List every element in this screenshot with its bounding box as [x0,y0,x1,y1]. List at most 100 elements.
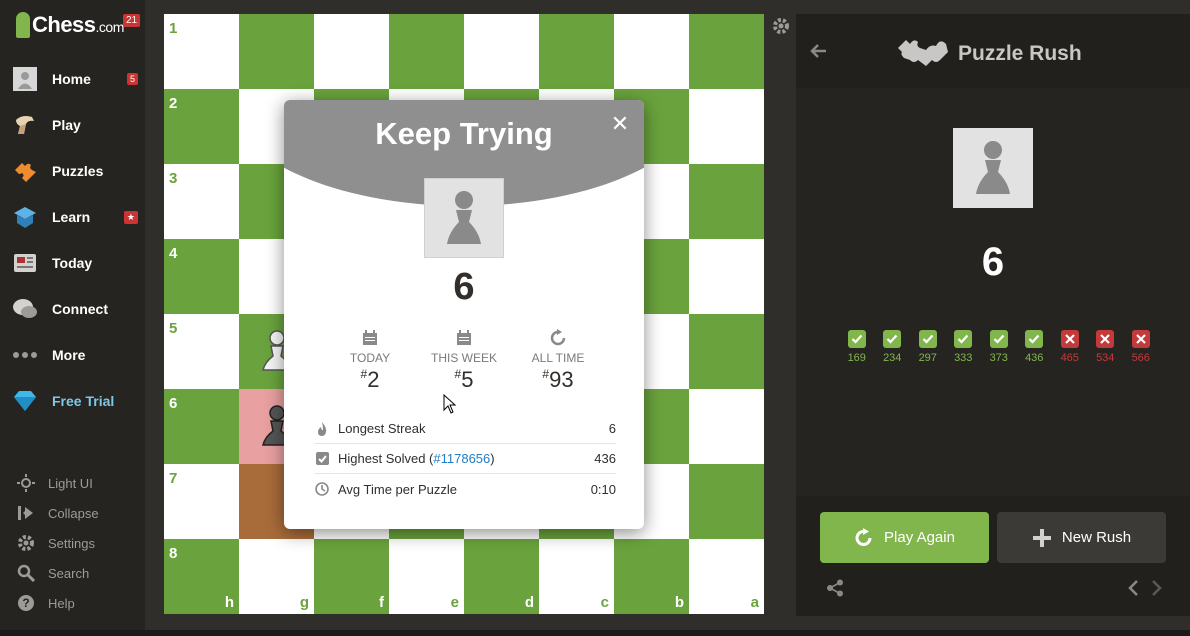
logo-suffix: .com [95,19,125,35]
avatar [953,128,1033,208]
stat-value: 0:10 [590,481,616,497]
puzzle-result[interactable]: 297 [910,330,946,364]
x-icon [1060,330,1079,348]
puzzle-rating: 436 [1025,352,1044,364]
back-arrow-icon[interactable] [810,42,828,60]
chevron-right-icon[interactable] [1150,579,1164,597]
nav-item-free-trial[interactable]: Free Trial [0,378,145,424]
play-again-button[interactable]: Play Again [820,512,989,563]
avatar-icon [12,66,38,92]
board-settings-gear-icon[interactable] [772,17,790,35]
rank-coordinate: 4 [169,245,178,262]
stat-label: Longest Streak [338,421,426,436]
search-link[interactable]: Search [0,558,145,588]
settings-link[interactable]: Settings [0,528,145,558]
nav-label: Home [52,71,91,87]
puzzle-result[interactable]: 436 [1017,330,1053,364]
board-square[interactable]: 4 [164,239,239,314]
avatar [424,178,504,258]
rank-label: TODAY [349,351,391,365]
nav-item-play[interactable]: Play [0,102,145,148]
board-square[interactable] [689,89,764,164]
board-square[interactable] [389,14,464,89]
board-square[interactable] [689,464,764,539]
board-square[interactable]: 6 [164,389,239,464]
modal-score: 6 [453,266,475,308]
puzzle-result[interactable]: 465 [1052,330,1088,364]
sun-icon [16,473,36,493]
puzzle-rating: 465 [1060,352,1079,364]
board-square[interactable] [314,14,389,89]
puzzle-rating: 333 [954,352,973,364]
board-square[interactable] [539,14,614,89]
more-dots-icon [12,342,38,368]
puzzle-result[interactable]: 169 [839,330,875,364]
highest-puzzle-link[interactable]: #1178656 [433,451,490,466]
diamond-icon [12,388,38,414]
sidebar: Chess.com 21 Home 5 Play Puzzles Learn ★… [0,0,145,636]
board-square[interactable]: f [314,539,389,614]
board-square[interactable]: 5 [164,314,239,389]
puzzle-rating: 373 [989,352,1008,364]
panel-header: Puzzle Rush [796,14,1190,88]
board-square[interactable]: c [539,539,614,614]
nav-item-today[interactable]: Today [0,240,145,286]
chevron-left-icon[interactable] [1126,579,1140,597]
modal-title: Keep Trying [375,116,553,151]
collapse-button[interactable]: Collapse [0,498,145,528]
file-coordinate: a [750,594,759,611]
logo-name: Chess [32,12,96,37]
board-square[interactable]: 1 [164,14,239,89]
puzzle-rating: 534 [1096,352,1115,364]
svg-text:?: ? [22,596,29,610]
rank-coordinate: 6 [169,395,178,412]
puzzle-result[interactable]: 333 [946,330,982,364]
stat-highest-solved: Highest Solved (#1178656) 436 [314,444,616,474]
stat-value: 6 [608,421,616,436]
chess-logo[interactable]: Chess.com 21 [16,12,141,38]
rank-summary: TODAY #2 THIS WEEK #5 ALL TIME #93 [334,328,594,393]
nav-label: Today [52,255,93,271]
share-icon[interactable] [826,579,844,597]
board-square[interactable] [689,389,764,464]
file-coordinate: g [299,594,309,611]
puzzle-result[interactable]: 534 [1088,330,1124,364]
board-square[interactable]: 7 [164,464,239,539]
board-square[interactable] [614,14,689,89]
board-square[interactable]: g [239,539,314,614]
nav-item-puzzles[interactable]: Puzzles [0,148,145,194]
board-square[interactable] [239,14,314,89]
nav-item-home[interactable]: Home 5 [0,56,145,102]
puzzle-rating: 297 [918,352,937,364]
board-square[interactable] [689,314,764,389]
board-square[interactable] [689,239,764,314]
checkbox-icon [314,451,330,467]
light-ui-toggle[interactable]: Light UI [0,468,145,498]
board-square[interactable]: b [614,539,689,614]
main-nav: Home 5 Play Puzzles Learn ★ Today Connec… [0,56,145,424]
file-coordinate: c [600,594,609,611]
board-square[interactable]: d [464,539,539,614]
board-square[interactable] [689,164,764,239]
bottom-nav: Light UI Collapse Settings Search ? Help [0,468,145,618]
nav-item-learn[interactable]: Learn ★ [0,194,145,240]
new-rush-button[interactable]: New Rush [997,512,1166,563]
puzzle-result[interactable]: 566 [1123,330,1159,364]
board-square[interactable] [464,14,539,89]
board-square[interactable]: 8h [164,539,239,614]
help-link[interactable]: ? Help [0,588,145,618]
board-square[interactable]: e [389,539,464,614]
puzzle-result[interactable]: 234 [875,330,911,364]
close-icon[interactable]: ✕ [610,113,630,135]
puzzle-results: 169 234 297 333 373 436 465 534 566 [839,330,1159,364]
puzzle-result[interactable]: 373 [981,330,1017,364]
refresh-icon [522,328,594,348]
board-square[interactable] [689,14,764,89]
nav-item-more[interactable]: More [0,332,145,378]
stats-list: Longest Streak 6 Highest Solved (#117865… [314,414,616,504]
board-square[interactable]: 2 [164,89,239,164]
learn-icon [12,204,38,230]
nav-item-connect[interactable]: Connect [0,286,145,332]
board-square[interactable]: a [689,539,764,614]
board-square[interactable]: 3 [164,164,239,239]
